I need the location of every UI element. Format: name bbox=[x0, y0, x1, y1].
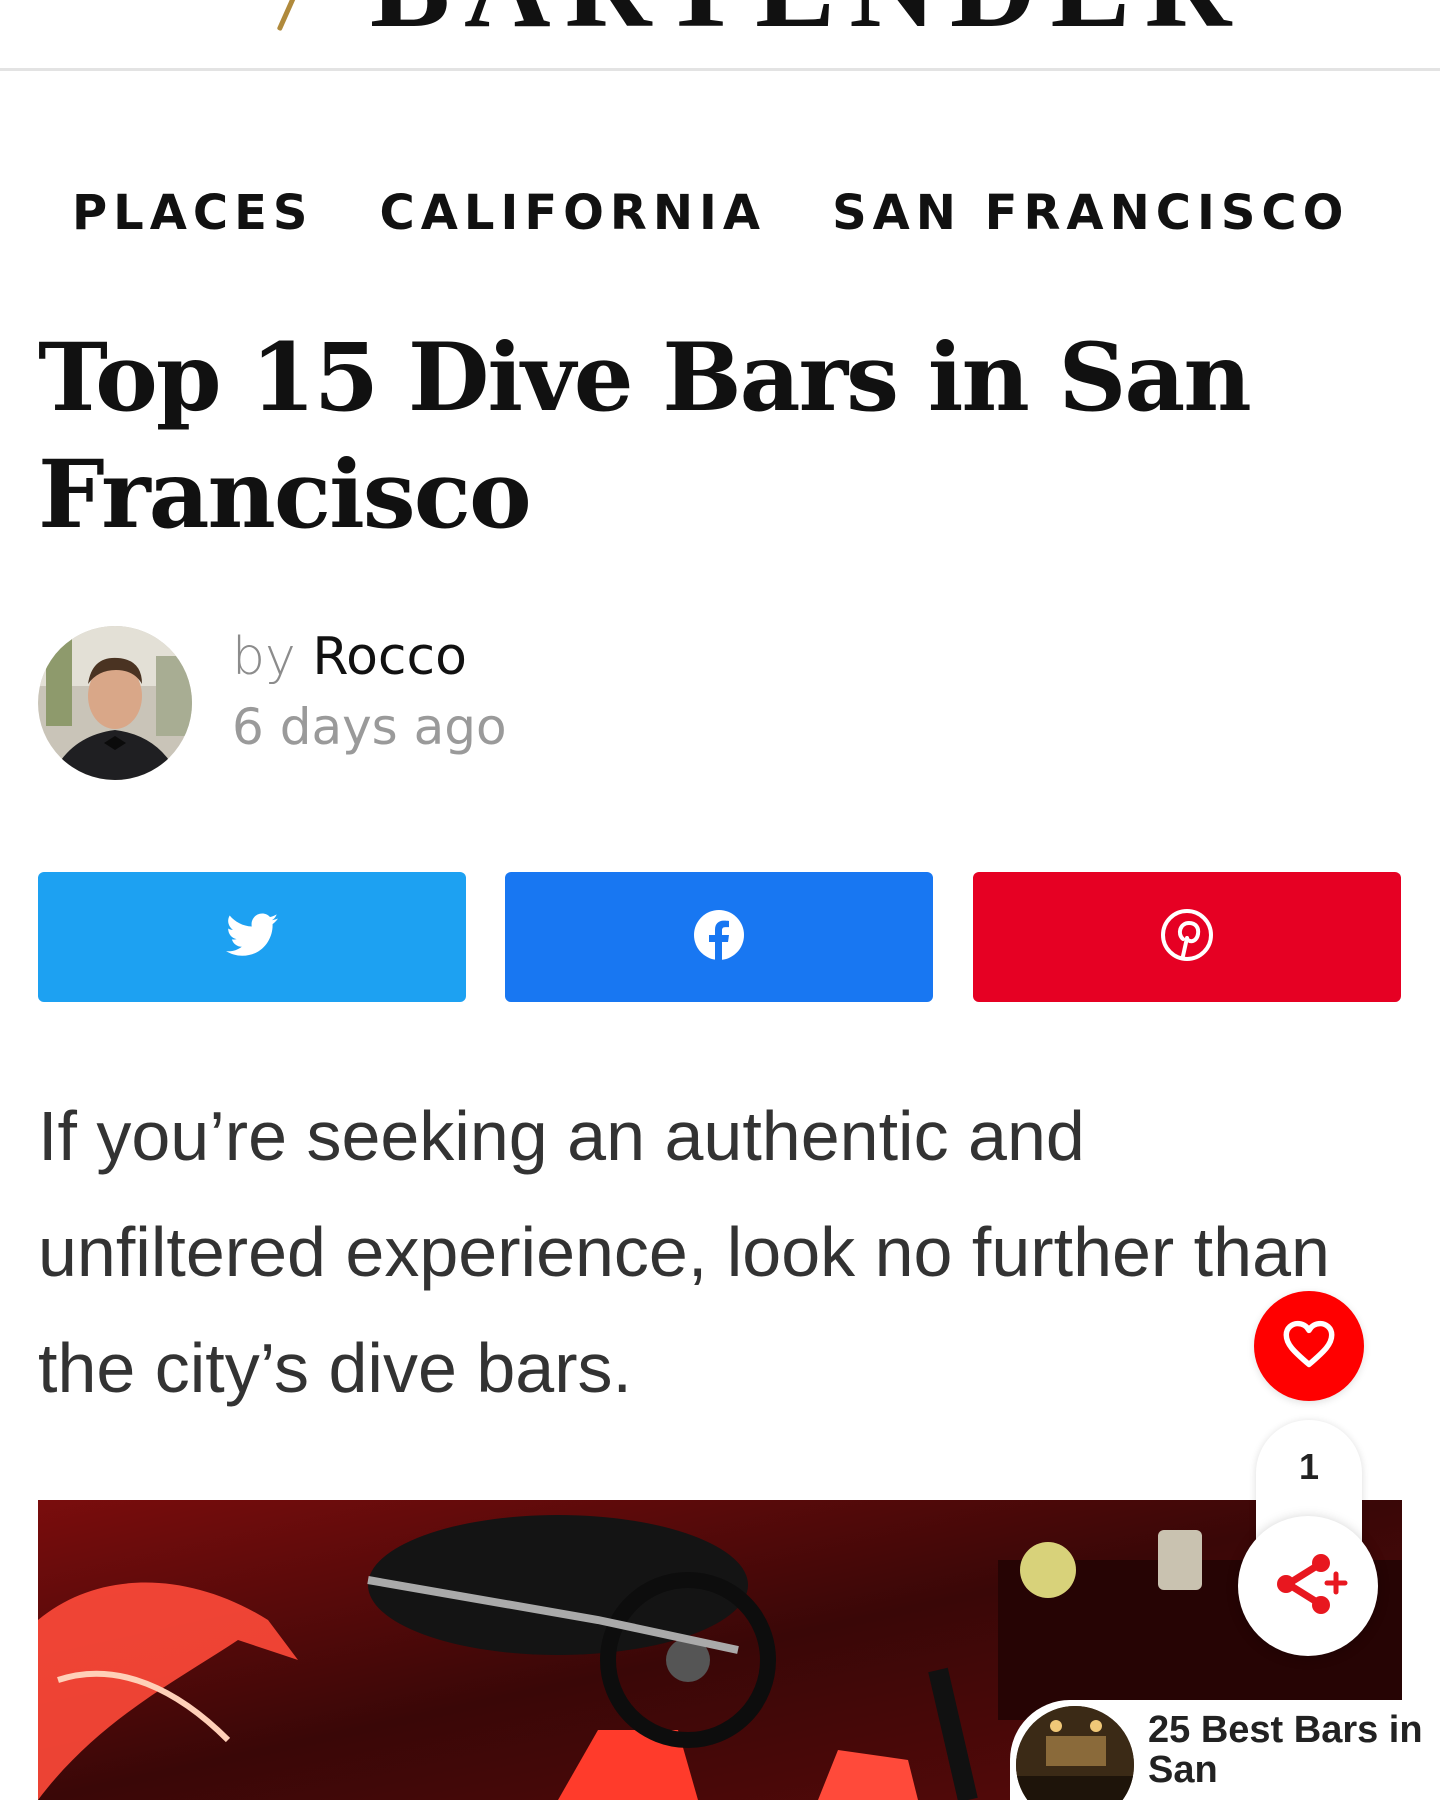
pinterest-p-icon bbox=[1161, 908, 1213, 966]
breadcrumb-item-san-francisco[interactable]: SAN FRANCISCO bbox=[832, 182, 1349, 244]
byline-prefix: by bbox=[232, 627, 296, 687]
logo-accent bbox=[276, 0, 299, 32]
share-plus-icon bbox=[1268, 1544, 1348, 1629]
like-count: 1 bbox=[1298, 1446, 1320, 1487]
facebook-f-icon bbox=[693, 909, 745, 966]
share-twitter-button[interactable] bbox=[38, 872, 466, 1002]
breadcrumb: PLACES CALIFORNIA SAN FRANCISCO bbox=[72, 182, 1349, 244]
author-avatar[interactable] bbox=[38, 626, 192, 780]
share-fab[interactable] bbox=[1238, 1516, 1378, 1656]
share-facebook-button[interactable] bbox=[505, 872, 933, 1002]
breadcrumb-item-places[interactable]: PLACES bbox=[72, 182, 314, 244]
page-title: Top 15 Dive Bars in San Francisco bbox=[38, 323, 1252, 550]
share-pinterest-button[interactable] bbox=[973, 872, 1401, 1002]
post-timestamp: 6 days ago bbox=[232, 698, 507, 756]
share-bar bbox=[38, 872, 1402, 1002]
byline: by Rocco 6 days ago bbox=[232, 622, 507, 762]
breadcrumb-item-california[interactable]: CALIFORNIA bbox=[380, 182, 767, 244]
related-article-title: 25 Best Bars in San bbox=[1148, 1709, 1423, 1791]
article-intro: If you’re seeking an authentic and unfil… bbox=[38, 1097, 1330, 1407]
like-button[interactable] bbox=[1254, 1291, 1364, 1401]
author-name[interactable]: Rocco bbox=[312, 627, 467, 687]
heart-icon bbox=[1281, 1319, 1337, 1374]
related-article-thumbnail bbox=[1010, 1700, 1140, 1800]
site-logo[interactable]: BARTENDER bbox=[370, 0, 1245, 46]
site-header: BARTENDER bbox=[0, 0, 1440, 71]
twitter-bird-icon bbox=[226, 913, 278, 962]
related-article-card[interactable]: 25 Best Bars in San bbox=[1010, 1700, 1440, 1800]
